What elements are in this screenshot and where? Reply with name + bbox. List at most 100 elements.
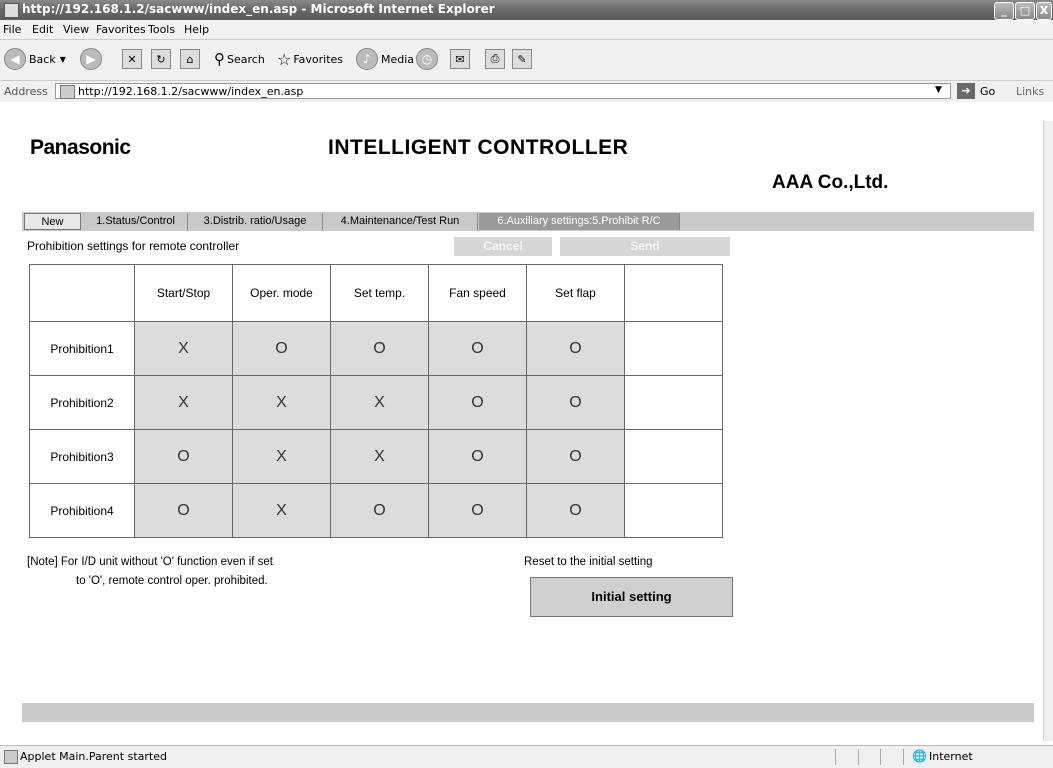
header-cell-empty: [29, 264, 135, 322]
header-oper-mode: Oper. mode: [232, 264, 331, 322]
initial-setting-button[interactable]: Initial setting: [530, 577, 733, 617]
status-text: Applet Main.Parent started: [20, 750, 167, 763]
setting-cell[interactable]: X: [134, 375, 233, 430]
setting-cell[interactable]: X: [232, 483, 331, 538]
stop-button[interactable]: ✕: [122, 47, 142, 71]
tab-bar: New 1.Status/Control 3.Distrib. ratio/Us…: [22, 212, 1034, 231]
print-button[interactable]: ⎙: [485, 47, 505, 71]
menu-view[interactable]: View: [63, 23, 89, 36]
page-icon: [60, 85, 75, 99]
setting-cell[interactable]: X: [232, 375, 331, 430]
forward-arrow-icon: ▶: [80, 48, 102, 70]
mail-icon: ✉: [450, 49, 470, 69]
edit-icon: ✎: [512, 49, 532, 69]
tab-new[interactable]: New: [24, 213, 81, 230]
company-name: AAA Co.,Ltd.: [772, 172, 889, 193]
tab-status-control[interactable]: 1.Status/Control: [84, 213, 188, 230]
page-done-icon: [4, 750, 18, 764]
go-arrow-icon[interactable]: ➜: [957, 83, 975, 99]
search-button[interactable]: ⚲ Search: [214, 47, 265, 71]
address-dropdown-icon[interactable]: ▼: [935, 85, 942, 95]
edit-button[interactable]: ✎: [512, 47, 532, 71]
address-label: Address: [4, 85, 48, 98]
table-header-row: Start/Stop Oper. mode Set temp. Fan spee…: [29, 264, 723, 322]
setting-cell[interactable]: O: [134, 483, 233, 538]
forward-button[interactable]: ▶: [80, 47, 105, 71]
refresh-icon: ↻: [151, 49, 171, 69]
zone-text: Internet: [929, 750, 973, 763]
links-button[interactable]: Links: [1016, 85, 1044, 98]
setting-cell[interactable]: O: [428, 483, 527, 538]
setting-cell[interactable]: O: [428, 375, 527, 430]
vertical-scrollbar[interactable]: [1043, 121, 1053, 741]
status-bar: Applet Main.Parent started 🌐 Internet: [0, 745, 1053, 768]
mail-button[interactable]: ✉: [450, 47, 470, 71]
refresh-button[interactable]: ↻: [151, 47, 171, 71]
menu-tools[interactable]: Tools: [148, 23, 175, 36]
setting-cell[interactable]: O: [526, 429, 625, 484]
blank-cell: [624, 321, 723, 376]
go-button[interactable]: Go: [980, 85, 995, 98]
menu-favorites[interactable]: Favorites: [96, 23, 146, 36]
note-line-2: to 'O', remote control oper. prohibited.: [76, 575, 268, 587]
note-line-1: [Note] For I/D unit without 'O' function…: [27, 556, 274, 568]
home-icon: ⌂: [180, 49, 200, 69]
tab-distrib-ratio[interactable]: 3.Distrib. ratio/Usage: [188, 213, 323, 230]
menu-help[interactable]: Help: [184, 23, 209, 36]
media-button[interactable]: ♪ Media: [356, 47, 414, 71]
status-divider: [903, 749, 904, 765]
star-icon: ☆: [277, 49, 292, 69]
menu-file[interactable]: File: [3, 23, 21, 36]
status-divider: [880, 749, 881, 765]
setting-cell[interactable]: X: [330, 429, 429, 484]
setting-cell[interactable]: O: [330, 321, 429, 376]
back-button[interactable]: ◀ Back ▼: [4, 47, 66, 71]
globe-icon: 🌐: [912, 749, 927, 763]
status-divider: [858, 749, 859, 765]
header-cell-blank: [624, 264, 723, 322]
setting-cell[interactable]: X: [232, 429, 331, 484]
stop-icon: ✕: [122, 49, 142, 69]
panasonic-logo: Panasonic: [30, 136, 131, 159]
tab-maintenance[interactable]: 4.Maintenance/Test Run: [323, 213, 478, 230]
window-title: http://192.168.1.2/sacwww/index_en.asp -…: [22, 2, 495, 16]
blank-cell: [624, 429, 723, 484]
header-set-flap: Set flap: [526, 264, 625, 322]
history-button[interactable]: ◷: [416, 47, 441, 71]
maximize-button[interactable]: □: [1015, 2, 1035, 20]
search-icon: ⚲: [214, 50, 225, 68]
setting-cell[interactable]: O: [526, 483, 625, 538]
menu-edit[interactable]: Edit: [32, 23, 53, 36]
table-row: Prohibition2 X X X O O: [29, 375, 723, 430]
table-row: Prohibition4 O X O O O: [29, 483, 723, 538]
setting-cell[interactable]: O: [330, 483, 429, 538]
blank-cell: [624, 375, 723, 430]
setting-cell[interactable]: O: [526, 375, 625, 430]
blank-cell: [624, 483, 723, 538]
favorites-button[interactable]: ☆ Favorites: [277, 47, 343, 71]
setting-cell[interactable]: O: [232, 321, 331, 376]
prohibition-table: Start/Stop Oper. mode Set temp. Fan spee…: [29, 264, 723, 538]
setting-cell[interactable]: O: [428, 321, 527, 376]
media-icon: ♪: [356, 48, 378, 70]
tab-auxiliary-settings[interactable]: 6.Auxiliary settings:5.Prohibit R/C: [479, 213, 680, 230]
menu-bar: File Edit View Favorites Tools Help: [0, 20, 1053, 40]
send-button[interactable]: Send: [560, 237, 730, 256]
header-fan-speed: Fan speed: [428, 264, 527, 322]
close-button[interactable]: X: [1036, 2, 1052, 20]
cancel-button[interactable]: Cancel: [454, 237, 552, 256]
setting-cell[interactable]: O: [428, 429, 527, 484]
print-icon: ⎙: [485, 49, 505, 69]
row-label: Prohibition3: [29, 429, 135, 484]
setting-cell[interactable]: X: [134, 321, 233, 376]
minimize-button[interactable]: _: [994, 2, 1014, 20]
bottom-bar: [22, 703, 1034, 722]
setting-cell[interactable]: O: [134, 429, 233, 484]
status-divider: [835, 749, 836, 765]
setting-cell[interactable]: X: [330, 375, 429, 430]
address-input[interactable]: http://192.168.1.2/sacwww/index_en.asp: [55, 83, 951, 99]
toolbar: ◀ Back ▼ ▶ ✕ ↻ ⌂ ⚲ Search ☆ Favorites ♪ …: [0, 40, 1053, 102]
row-label: Prohibition2: [29, 375, 135, 430]
home-button[interactable]: ⌂: [180, 47, 200, 71]
setting-cell[interactable]: O: [526, 321, 625, 376]
